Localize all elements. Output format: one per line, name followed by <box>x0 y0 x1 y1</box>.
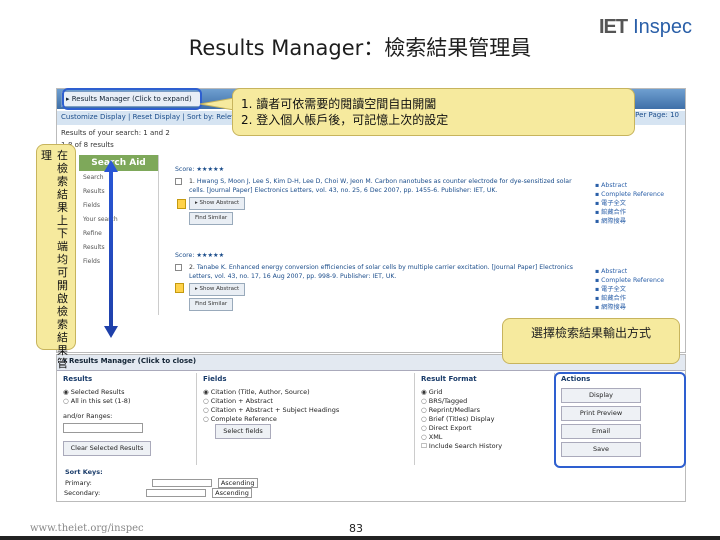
format-brief-radio[interactable]: Brief (Titles) Display <box>421 415 548 424</box>
fulltext-link[interactable]: 電子全文 <box>595 285 664 294</box>
citation-abstract-radio[interactable]: Citation + Abstract <box>203 397 408 406</box>
per-page-select[interactable]: Per Page: 10 <box>635 111 679 119</box>
secondary-sort-row: Secondary: Ascending <box>64 488 252 498</box>
footer-bar <box>0 536 720 540</box>
format-heading: Result Format <box>421 375 477 383</box>
find-similar-button[interactable]: Find Similar <box>189 212 234 225</box>
result-number: 1. <box>189 178 195 185</box>
include-history-checkbox[interactable]: Include Search History <box>421 442 548 451</box>
iet-logo-text: IET <box>598 16 628 38</box>
iet-inspec-logo: IET Inspec <box>599 16 692 39</box>
format-grid-radio[interactable]: Grid <box>421 388 548 397</box>
result-citation[interactable]: Hwang S, Moon J, Lee S, Kim D-H, Lee D, … <box>189 178 572 194</box>
results-column: Results Selected Results All in this set… <box>57 373 197 465</box>
select-checkbox[interactable] <box>175 264 182 271</box>
abstract-link[interactable]: Abstract <box>595 267 664 276</box>
double-arrow-icon <box>104 160 118 338</box>
web-search-link[interactable]: 網際搜尋 <box>595 303 664 312</box>
show-abstract-button[interactable]: ▸ Show Abstract <box>189 283 246 296</box>
page-number: 83 <box>349 522 363 535</box>
results-of-search: Results of your search: 1 and 2 <box>61 129 170 137</box>
and-or-ranges-label: and/or Ranges: <box>63 412 113 420</box>
tip-line-1: 1. 讀者可依需要的閱讀空間自由開闔 <box>241 97 437 111</box>
complete-reference-link[interactable]: Complete Reference <box>595 190 664 199</box>
secondary-select[interactable] <box>146 489 207 497</box>
primary-order-select[interactable]: Ascending <box>217 478 258 488</box>
result-links-1: Abstract Complete Reference 電子全文 館藏合作 網際… <box>595 181 664 226</box>
search-aid-item[interactable]: Search <box>79 171 158 185</box>
ranges-input[interactable] <box>63 423 143 433</box>
all-in-set-radio[interactable]: All in this set (1-8) <box>63 397 190 406</box>
primary-label: Primary: <box>65 479 92 487</box>
relevance-score: Score: ★★★★★ <box>175 252 225 259</box>
vertical-note: 理 在檢索結果上下端均可開啟檢索結果管 <box>36 144 76 370</box>
result-number: 2. <box>189 264 195 271</box>
find-similar-button[interactable]: Find Similar <box>189 298 234 311</box>
search-aid-panel: Search Aid Search Results Fields Your se… <box>79 155 159 315</box>
search-aid-item[interactable]: Your search <box>79 213 158 227</box>
search-aid-item[interactable]: Refine <box>79 227 158 241</box>
citation-radio[interactable]: Citation (Title, Author, Source) <box>203 388 408 397</box>
search-aid-item[interactable]: Fields <box>79 199 158 213</box>
tip-callout-actions: 選擇檢索結果輸出方式 <box>502 318 680 364</box>
web-search-link[interactable]: 網際搜尋 <box>595 217 664 226</box>
fields-heading: Fields <box>203 375 227 383</box>
primary-select[interactable] <box>151 479 212 487</box>
highlight-box-rm-tab <box>62 88 202 110</box>
footer-url: www.theiet.org/inspec <box>30 523 144 534</box>
format-xml-radio[interactable]: XML <box>421 433 548 442</box>
holdings-link[interactable]: 館藏合作 <box>595 208 664 217</box>
complete-reference-radio[interactable]: Complete Reference <box>203 415 408 424</box>
results-heading: Results <box>63 375 93 383</box>
flag-icon <box>177 199 186 209</box>
sort-keys-heading: Sort Keys: <box>65 468 103 476</box>
citation-abstract-subject-radio[interactable]: Citation + Abstract + Subject Headings <box>203 406 408 415</box>
secondary-label: Secondary: <box>64 489 101 497</box>
tip-callout-top: 1. 讀者可依需要的閱讀空間自由開闔 2. 登入個人帳戶後，可記憶上次的設定 <box>232 88 635 136</box>
search-aid-item[interactable]: Results <box>79 185 158 199</box>
vertical-note-col1: 理 <box>41 149 52 162</box>
select-fields-button[interactable]: Select fields <box>215 424 271 439</box>
selected-results-radio[interactable]: Selected Results <box>63 388 190 397</box>
secondary-order-select[interactable]: Ascending <box>212 488 252 498</box>
format-reprint-radio[interactable]: Reprint/Medlars <box>421 406 548 415</box>
complete-reference-link[interactable]: Complete Reference <box>595 276 664 285</box>
format-direct-export-radio[interactable]: Direct Export <box>421 424 548 433</box>
callout-pointer <box>200 98 234 110</box>
results-manager-close-tab[interactable]: ▾ Results Manager (Click to close) <box>63 357 196 365</box>
format-column: Result Format Grid BRS/Tagged Reprint/Me… <box>415 373 555 465</box>
show-abstract-button[interactable]: ▸ Show Abstract <box>189 197 246 210</box>
holdings-link[interactable]: 館藏合作 <box>595 294 664 303</box>
result-citation[interactable]: Tanabe K. Enhanced energy conversion eff… <box>189 264 573 280</box>
abstract-link[interactable]: Abstract <box>595 181 664 190</box>
fields-column: Fields Citation (Title, Author, Source) … <box>197 373 415 465</box>
search-aid-item[interactable]: Results <box>79 241 158 255</box>
format-brs-radio[interactable]: BRS/Tagged <box>421 397 548 406</box>
clear-selected-button[interactable]: Clear Selected Results <box>63 441 151 456</box>
select-checkbox[interactable] <box>175 178 182 185</box>
tip-line-2: 2. 登入個人帳戶後，可記憶上次的設定 <box>241 113 449 127</box>
inspec-logo-text: Inspec <box>633 16 692 38</box>
search-aid-item[interactable]: Fields <box>79 255 158 269</box>
result-links-2: Abstract Complete Reference 電子全文 館藏合作 網際… <box>595 267 664 312</box>
highlight-box-actions <box>554 372 686 468</box>
fulltext-link[interactable]: 電子全文 <box>595 199 664 208</box>
relevance-score: Score: ★★★★★ <box>175 166 225 173</box>
vertical-note-col2: 在檢索結果上下端均可開啟檢索結果管 <box>57 149 68 370</box>
flag-icon <box>175 283 184 293</box>
sort-keys: Sort Keys: Primary: Ascending <box>65 467 258 489</box>
search-aid-heading: Search Aid <box>79 155 158 171</box>
